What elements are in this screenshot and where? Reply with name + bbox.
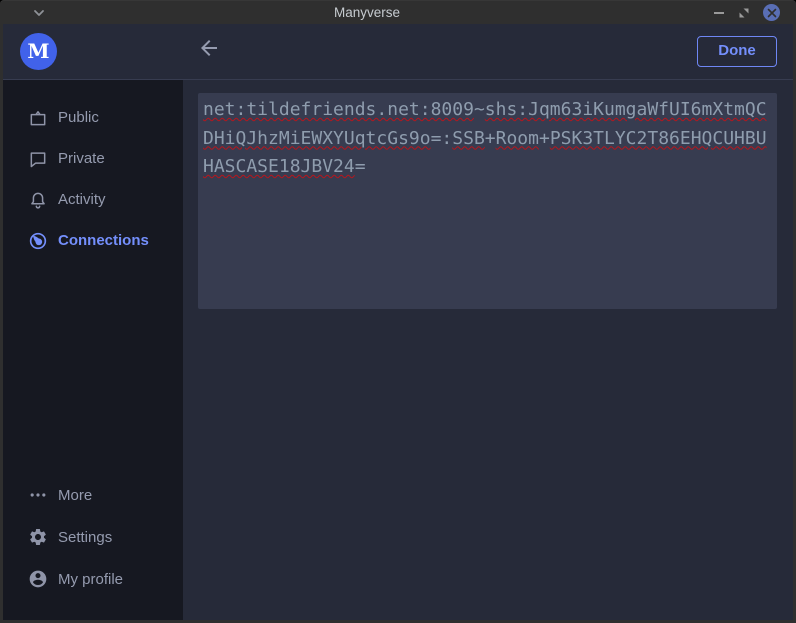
sidebar-item-label: Public bbox=[58, 109, 99, 126]
public-icon bbox=[28, 108, 48, 128]
close-button[interactable] bbox=[763, 4, 780, 21]
invite-code-textarea[interactable]: net:tildefriends.net:8009~shs:Jqm63iKumg… bbox=[198, 93, 777, 309]
more-icon bbox=[28, 485, 48, 505]
manyverse-logo: M bbox=[20, 33, 57, 70]
window-title: Manyverse bbox=[0, 1, 734, 25]
sidebar-item-private[interactable]: Private bbox=[3, 138, 183, 179]
restore-icon bbox=[739, 8, 749, 18]
main-content: net:tildefriends.net:8009~shs:Jqm63iKumg… bbox=[183, 80, 793, 620]
my-profile-icon bbox=[28, 569, 48, 589]
sidebar-bottom-group: More Settings My profile bbox=[3, 474, 183, 600]
sidebar-item-label: Activity bbox=[58, 191, 106, 208]
invite-code-line: DHiQJhzMiEWXYUqtcGs9o=:SSB+Room+PSK3TLYC… bbox=[203, 125, 772, 154]
sidebar-item-connections[interactable]: Connections bbox=[3, 220, 183, 261]
sidebar-item-public[interactable]: Public bbox=[3, 97, 183, 138]
private-icon bbox=[28, 149, 48, 169]
app-header: M Done bbox=[3, 24, 793, 80]
sidebar-item-settings[interactable]: Settings bbox=[3, 516, 183, 558]
sidebar-item-label: My profile bbox=[58, 571, 123, 588]
sidebar-item-label: More bbox=[58, 487, 92, 504]
activity-icon bbox=[28, 190, 48, 210]
invite-code-line: HASCASE18JBV24= bbox=[203, 153, 772, 182]
minimize-button[interactable] bbox=[711, 1, 727, 25]
restore-button[interactable] bbox=[739, 8, 749, 18]
sidebar-item-more[interactable]: More bbox=[3, 474, 183, 516]
invite-code-line: net:tildefriends.net:8009~shs:Jqm63iKumg… bbox=[203, 96, 772, 125]
window-menu-chevron-icon[interactable] bbox=[32, 7, 46, 19]
sidebar-item-label: Private bbox=[58, 150, 105, 167]
sidebar-item-label: Connections bbox=[58, 232, 149, 249]
sidebar: Public Private Activity Connections More Set… bbox=[3, 80, 183, 620]
sidebar-top-group: Public Private Activity Connections bbox=[3, 97, 183, 261]
back-button[interactable] bbox=[197, 36, 221, 60]
settings-icon bbox=[28, 527, 48, 547]
sidebar-item-label: Settings bbox=[58, 529, 112, 546]
titlebar[interactable]: Manyverse bbox=[0, 0, 796, 24]
done-button[interactable]: Done bbox=[697, 36, 777, 67]
close-icon bbox=[767, 8, 777, 18]
sidebar-item-activity[interactable]: Activity bbox=[3, 179, 183, 220]
connections-icon bbox=[28, 231, 48, 251]
sidebar-item-my-profile[interactable]: My profile bbox=[3, 558, 183, 600]
